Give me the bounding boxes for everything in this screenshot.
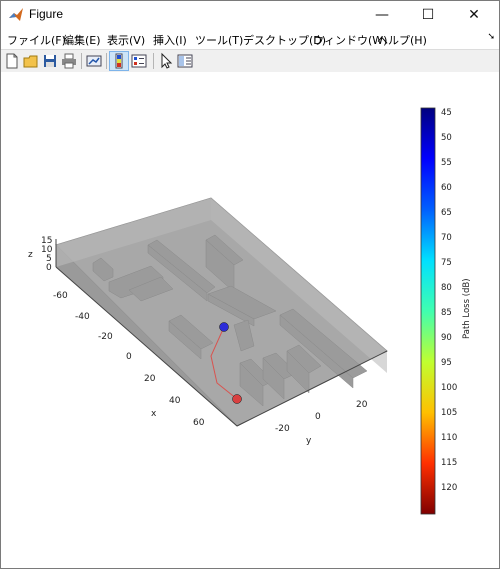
close-button[interactable]: ✕: [451, 1, 497, 29]
colorbar-tick: 100: [441, 383, 457, 393]
x-tick: 40: [169, 396, 181, 406]
dock-arrow-icon[interactable]: ➘: [487, 32, 495, 42]
link-plot-icon[interactable]: [85, 52, 103, 70]
colorbar-tick: 75: [441, 258, 452, 268]
colorbar-tick: 50: [441, 133, 452, 143]
axes-3d[interactable]: 15 10 5 0 z -60 -40 -20 0 20 40 60 x -20…: [1, 72, 499, 568]
menu-help[interactable]: ヘルプ(H): [377, 32, 427, 48]
transmitter-marker[interactable]: [219, 322, 229, 332]
x-tick: -20: [98, 332, 113, 342]
colorbar-tick: 115: [441, 458, 457, 468]
colorbar-tick: 60: [441, 183, 452, 193]
colorbar[interactable]: [420, 107, 436, 515]
colorbar-tick: 120: [441, 483, 457, 493]
colorbar-tick: 95: [441, 358, 452, 368]
pointer-arrow-icon[interactable]: [157, 52, 175, 70]
menu-tools[interactable]: ツール(T): [195, 32, 243, 48]
x-tick: 20: [144, 374, 156, 384]
toolbar-separator: [153, 53, 154, 69]
menu-file[interactable]: ファイル(F): [7, 32, 66, 48]
colorbar-tick: 85: [441, 308, 452, 318]
colorbar-tick: 90: [441, 333, 452, 343]
title-bar[interactable]: Figure — ☐ ✕: [1, 1, 499, 29]
x-tick: 60: [193, 418, 205, 428]
figure-toolbar: [1, 49, 499, 73]
print-icon[interactable]: [60, 52, 78, 70]
receiver-marker[interactable]: [232, 394, 242, 404]
maximize-button[interactable]: ☐: [405, 1, 451, 29]
y-tick: 20: [356, 400, 368, 410]
toolbar-separator: [81, 53, 82, 69]
z-axis-label: z: [28, 250, 33, 260]
colorbar-tick: 70: [441, 233, 452, 243]
menu-bar: ファイル(F) 編集(E) 表示(V) 挿入(I) ツール(T) デスクトップ(…: [1, 29, 499, 49]
x-tick: -40: [75, 312, 90, 322]
insert-colorbar-icon[interactable]: [109, 51, 129, 71]
y-tick: -20: [275, 424, 290, 434]
colorbar-tick: 105: [441, 408, 457, 418]
colorbar-tick: 55: [441, 158, 452, 168]
colorbar-tick: 65: [441, 208, 452, 218]
minimize-button[interactable]: —: [359, 1, 405, 29]
property-inspector-icon[interactable]: [176, 52, 194, 70]
colorbar-tick: 45: [441, 108, 452, 118]
colorbar-tick: 80: [441, 283, 452, 293]
open-file-icon[interactable]: [22, 52, 40, 70]
figure-window: Figure — ☐ ✕ ファイル(F) 編集(E) 表示(V) 挿入(I) ツ…: [0, 0, 500, 569]
menu-edit[interactable]: 編集(E): [63, 32, 101, 48]
x-tick: 0: [126, 352, 132, 362]
colorbar-ticks: 45 50 55 60 65 70 75 80 85 90 95 100 105…: [441, 108, 457, 493]
colorbar-tick: 110: [441, 433, 457, 443]
new-figure-icon[interactable]: [3, 52, 21, 70]
menu-insert[interactable]: 挿入(I): [153, 32, 187, 48]
save-icon[interactable]: [41, 52, 59, 70]
matlab-icon: [9, 8, 23, 21]
insert-legend-icon[interactable]: [130, 52, 148, 70]
colorbar-label: Path Loss (dB): [462, 278, 472, 339]
y-tick: 0: [315, 412, 321, 422]
x-axis-label: x: [151, 409, 157, 419]
toolbar-separator: [106, 53, 107, 69]
menu-view[interactable]: 表示(V): [107, 32, 145, 48]
z-tick-0: 0: [46, 263, 52, 273]
figure-canvas[interactable]: 15 10 5 0 z -60 -40 -20 0 20 40 60 x -20…: [1, 72, 499, 568]
window-title: Figure: [29, 7, 64, 21]
x-tick: -60: [53, 291, 68, 301]
y-axis-label: y: [306, 436, 312, 446]
